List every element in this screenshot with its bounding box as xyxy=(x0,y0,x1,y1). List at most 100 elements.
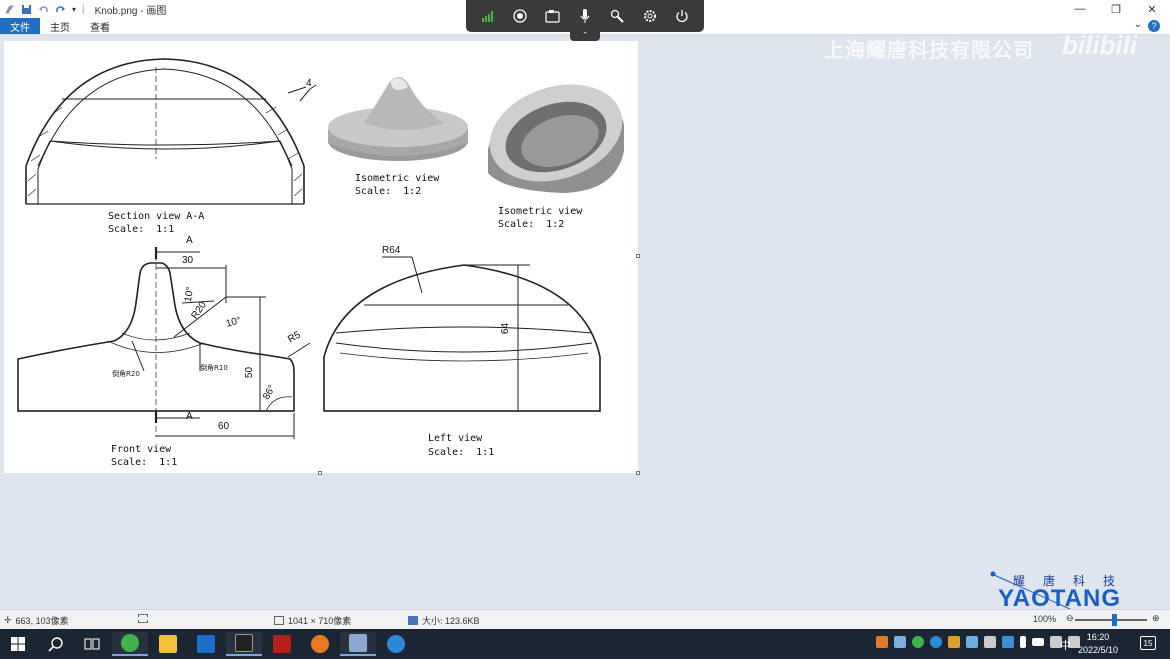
front-view-title: Front view xyxy=(111,444,172,455)
zoom-slider-thumb[interactable] xyxy=(1112,614,1117,626)
zoom-slider-track[interactable] xyxy=(1075,619,1147,621)
window-title: Knob.png - 画图 xyxy=(94,5,167,17)
zoom-level: 100% xyxy=(1033,614,1057,624)
selection-icon xyxy=(138,614,148,623)
section-marker-a-bottom: A xyxy=(186,411,193,422)
dim-r64: R64 xyxy=(382,245,401,256)
crosshair-icon: ✛ xyxy=(4,615,12,625)
input-method-indicator[interactable]: 中 xyxy=(1060,637,1071,653)
undo-icon[interactable] xyxy=(38,4,49,15)
recorder-collapse-icon[interactable]: ⌃ xyxy=(570,32,600,41)
taskbar-app-360-browser[interactable] xyxy=(112,632,148,656)
iso-view-1-title: Isometric view xyxy=(355,173,440,184)
save-icon[interactable] xyxy=(21,4,32,15)
tray-icon-2[interactable] xyxy=(894,636,906,648)
selection-size xyxy=(138,614,148,623)
resize-handle-corner[interactable] xyxy=(636,471,640,475)
left-view-scale: Scale: 1:1 xyxy=(428,447,495,458)
taskbar-app-search-tool[interactable] xyxy=(302,632,338,656)
camera-button[interactable] xyxy=(542,5,564,27)
separator: | xyxy=(82,3,85,15)
clock[interactable]: 16:20 2022/5/10 xyxy=(1078,631,1118,657)
dim-50: 50 xyxy=(244,366,256,379)
system-tray xyxy=(876,636,1080,648)
watermark-bilibili: bilibili xyxy=(1062,30,1138,60)
zoom-out-icon[interactable]: ⊖ xyxy=(1066,613,1074,624)
section-view-scale: Scale: 1:1 xyxy=(108,224,175,235)
tools-button[interactable] xyxy=(606,5,628,27)
screen-recorder-toolbar xyxy=(466,0,704,32)
paint-app-icon xyxy=(4,4,15,15)
tab-home[interactable]: 主页 xyxy=(40,18,80,34)
resize-handle-right[interactable] xyxy=(636,254,640,258)
search-icon[interactable] xyxy=(38,632,74,656)
left-view-drawing xyxy=(323,256,601,412)
zoom-in-icon[interactable]: ⊕ xyxy=(1152,613,1160,624)
tray-icon-4[interactable] xyxy=(930,636,942,648)
fillet-r10-note: 倒角R10 xyxy=(200,364,228,372)
tray-icon-5[interactable] xyxy=(948,636,960,648)
engineering-drawing xyxy=(17,58,624,439)
image-canvas[interactable]: 4 Section view A-A Scale: 1:1 Isometric … xyxy=(4,41,638,473)
front-view-drawing xyxy=(17,247,311,439)
cursor-position-text: 663, 103像素 xyxy=(15,616,69,626)
dim-60: 60 xyxy=(218,421,230,432)
close-button[interactable]: ✕ xyxy=(1134,0,1170,18)
microphone-tray-icon[interactable] xyxy=(1020,636,1026,648)
record-button[interactable] xyxy=(509,5,531,27)
front-view-scale: Scale: 1:1 xyxy=(111,457,178,468)
taskbar: 中 16:20 2022/5/10 15 xyxy=(0,629,1170,659)
taskbar-app-file-explorer[interactable] xyxy=(150,632,186,656)
quick-access-toolbar: ▾ | xyxy=(0,4,85,15)
dim-64: 64 xyxy=(500,322,512,335)
iso-view-1-scale: Scale: 1:2 xyxy=(355,186,422,197)
isometric-view-1-drawing xyxy=(328,77,468,161)
taskbar-app-acrobat[interactable] xyxy=(264,632,300,656)
file-size-text: 大小: 123.6KB xyxy=(422,616,480,626)
tray-icon-1[interactable] xyxy=(876,636,888,648)
settings-gear-icon[interactable] xyxy=(639,5,661,27)
section-view-drawing xyxy=(25,58,317,205)
microphone-button[interactable] xyxy=(574,5,596,27)
window-controls: — ❐ ✕ xyxy=(1062,0,1170,18)
tab-view[interactable]: 查看 xyxy=(80,18,120,34)
left-view-title: Left view xyxy=(428,433,483,444)
resize-handle-bottom[interactable] xyxy=(318,471,322,475)
section-view-title: Section view A-A xyxy=(108,211,205,222)
iso-view-2-scale: Scale: 1:2 xyxy=(498,219,565,230)
image-dimensions: 1041 × 710像素 xyxy=(274,614,351,627)
minimize-button[interactable]: — xyxy=(1062,0,1098,18)
battery-icon[interactable] xyxy=(1032,638,1044,646)
section-marker-a-top: A xyxy=(186,235,193,246)
restore-button[interactable]: ❐ xyxy=(1098,0,1134,18)
start-button[interactable] xyxy=(0,632,36,656)
taskbar-app-paint[interactable] xyxy=(340,632,376,656)
taskbar-app-outlook[interactable] xyxy=(188,632,224,656)
tray-icon-3[interactable] xyxy=(912,636,924,648)
cursor-position: ✛ 663, 103像素 xyxy=(4,614,69,627)
network-icon[interactable] xyxy=(1002,636,1014,648)
taskbar-app-media[interactable] xyxy=(226,632,262,656)
dim-30: 30 xyxy=(182,255,194,266)
isometric-view-2-drawing xyxy=(488,84,624,193)
tray-icon-6[interactable] xyxy=(966,636,978,648)
customize-qa-chevron-icon[interactable]: ▾ xyxy=(72,5,76,14)
fillet-r20-note: 倒角R20 xyxy=(112,370,140,378)
image-dimensions-text: 1041 × 710像素 xyxy=(288,616,352,626)
help-icon[interactable]: ? xyxy=(1148,20,1160,32)
notification-center-icon[interactable]: 15 xyxy=(1140,636,1156,650)
image-size-icon xyxy=(274,616,284,625)
disk-icon xyxy=(408,616,418,625)
signal-bars-icon xyxy=(477,5,499,27)
taskbar-app-ie[interactable] xyxy=(378,632,414,656)
volume-icon[interactable] xyxy=(984,636,996,648)
collapse-ribbon-icon[interactable]: ⌄ xyxy=(1134,19,1142,30)
iso-view-2-title: Isometric view xyxy=(498,206,583,217)
clock-time: 16:20 xyxy=(1086,632,1110,642)
clock-date: 2022/5/10 xyxy=(1078,645,1119,655)
file-size: 大小: 123.6KB xyxy=(408,614,480,627)
task-view-icon[interactable] xyxy=(74,632,110,656)
power-button[interactable] xyxy=(671,5,693,27)
redo-icon[interactable] xyxy=(55,4,66,15)
tab-file[interactable]: 文件 xyxy=(0,18,40,34)
